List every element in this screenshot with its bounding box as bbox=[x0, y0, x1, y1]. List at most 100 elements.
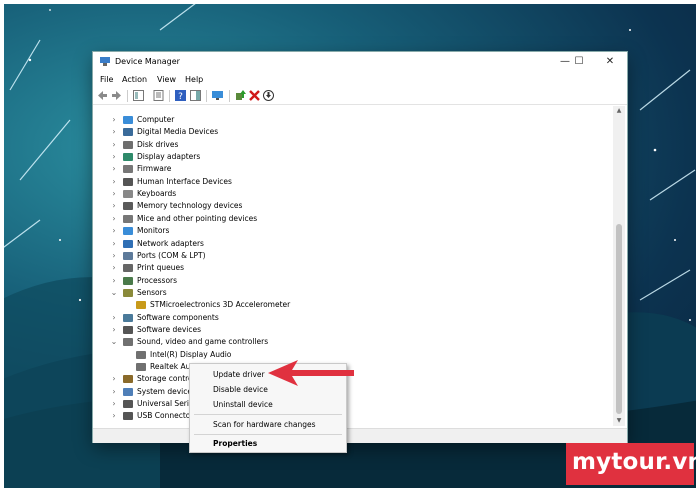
tree-row[interactable]: › Monitors bbox=[110, 225, 550, 237]
chevron-right-icon[interactable]: › bbox=[110, 238, 118, 250]
tree-row[interactable]: › Ports (COM & LPT) bbox=[110, 250, 550, 262]
tree-row-label: Keyboards bbox=[137, 189, 177, 199]
menu-view[interactable]: View bbox=[157, 75, 176, 84]
tree-row[interactable]: ⌄ Sound, video and game controllers bbox=[110, 336, 550, 348]
forward-icon[interactable] bbox=[111, 90, 122, 101]
chevron-right-icon[interactable]: › bbox=[110, 225, 118, 237]
tree-row-label: Network adapters bbox=[137, 238, 204, 248]
toolbar-separator bbox=[206, 90, 207, 102]
tree-row[interactable]: › Software devices bbox=[110, 324, 550, 336]
chevron-right-icon[interactable]: › bbox=[110, 163, 118, 175]
scan-hardware-icon[interactable] bbox=[212, 90, 223, 101]
tree-row[interactable]: › Software components bbox=[110, 312, 550, 324]
title-bar[interactable]: Device Manager — ☐ ✕ bbox=[93, 52, 627, 72]
maximize-button[interactable]: ☐ bbox=[565, 54, 593, 70]
menu-file[interactable]: File bbox=[100, 75, 113, 84]
speaker-icon bbox=[136, 363, 146, 371]
context-item-scan-hardware[interactable]: Scan for hardware changes bbox=[190, 417, 346, 432]
properties-icon[interactable] bbox=[153, 90, 164, 101]
context-separator bbox=[194, 434, 342, 435]
chevron-right-icon[interactable]: › bbox=[110, 114, 118, 126]
menu-help[interactable]: Help bbox=[185, 75, 203, 84]
close-button[interactable]: ✕ bbox=[596, 54, 624, 70]
tree-row[interactable]: › Print queues bbox=[110, 262, 550, 274]
tree-row-label: Disk drives bbox=[137, 139, 179, 149]
vertical-scrollbar[interactable]: ▲ ▼ bbox=[613, 106, 625, 426]
chevron-right-icon[interactable]: › bbox=[110, 262, 118, 274]
tree-row-label: STMicroelectronics 3D Accelerometer bbox=[150, 300, 291, 310]
tree-row[interactable]: › Display adapters bbox=[110, 151, 550, 163]
chevron-right-icon[interactable]: › bbox=[110, 126, 118, 138]
chevron-right-icon[interactable]: › bbox=[110, 275, 118, 287]
scrollbar-thumb[interactable] bbox=[616, 224, 622, 414]
watermark-text: mytour.vn bbox=[572, 449, 700, 475]
tree-row-label: Sound, video and game controllers bbox=[137, 337, 269, 347]
tree-row[interactable]: › Memory technology devices bbox=[110, 200, 550, 212]
tree-row[interactable]: › Firmware bbox=[110, 163, 550, 175]
tree-row-label: Firmware bbox=[137, 164, 172, 174]
tree-row-label: Print queues bbox=[137, 263, 185, 273]
help-icon[interactable]: ? bbox=[175, 90, 186, 101]
chevron-right-icon[interactable]: › bbox=[110, 188, 118, 200]
computer-icon bbox=[123, 116, 133, 124]
svg-text:?: ? bbox=[178, 92, 183, 101]
menu-action[interactable]: Action bbox=[122, 75, 147, 84]
scroll-up-arrow-icon[interactable]: ▲ bbox=[613, 106, 625, 116]
accelerometer-icon bbox=[136, 301, 146, 310]
tree-row[interactable]: › Keyboards bbox=[110, 188, 550, 200]
action-pane-icon[interactable] bbox=[190, 90, 201, 101]
status-bar bbox=[93, 428, 627, 443]
uninstall-icon[interactable] bbox=[249, 90, 260, 101]
tree-row-label: Software devices bbox=[137, 324, 201, 334]
media-device-icon bbox=[123, 128, 133, 137]
context-item-label: Uninstall device bbox=[213, 400, 273, 409]
chevron-right-icon[interactable]: › bbox=[110, 312, 118, 324]
mytour-watermark: mytour.vn bbox=[566, 443, 700, 485]
chevron-right-icon[interactable]: › bbox=[110, 324, 118, 336]
update-driver-icon[interactable] bbox=[235, 90, 246, 101]
toolbar: ? bbox=[93, 88, 627, 105]
memory-icon bbox=[123, 202, 133, 211]
context-separator bbox=[194, 414, 342, 415]
chevron-right-icon[interactable]: › bbox=[110, 176, 118, 188]
chevron-right-icon[interactable]: › bbox=[110, 151, 118, 163]
tree-row-label: Human Interface Devices bbox=[137, 176, 232, 186]
context-item-label: Disable device bbox=[213, 385, 268, 394]
chevron-right-icon[interactable]: › bbox=[110, 410, 118, 422]
port-icon bbox=[123, 251, 133, 260]
tree-row[interactable]: › Disk drives bbox=[110, 139, 550, 151]
display-adapter-icon bbox=[123, 153, 133, 162]
tree-row[interactable]: › Processors bbox=[110, 275, 550, 287]
tree-row[interactable]: STMicroelectronics 3D Accelerometer bbox=[123, 299, 563, 311]
tree-row-label: Computer bbox=[137, 115, 175, 124]
back-icon[interactable] bbox=[97, 90, 108, 101]
tree-row[interactable]: › Human Interface Devices bbox=[110, 176, 550, 188]
tree-row[interactable]: › Network adapters bbox=[110, 238, 550, 250]
context-item-uninstall-device[interactable]: Uninstall device bbox=[190, 397, 346, 412]
tree-row[interactable]: › Computer bbox=[110, 114, 550, 126]
menu-bar: File Action View Help bbox=[93, 73, 627, 87]
scroll-down-arrow-icon[interactable]: ▼ bbox=[613, 416, 625, 426]
tree-row[interactable]: › Mice and other pointing devices bbox=[110, 213, 550, 225]
tree-row[interactable]: › Digital Media Devices bbox=[110, 126, 550, 138]
chevron-down-icon[interactable]: ⌄ bbox=[110, 287, 118, 299]
usb-icon bbox=[123, 400, 133, 409]
download-icon[interactable] bbox=[263, 90, 274, 101]
chevron-down-icon[interactable]: ⌄ bbox=[110, 336, 118, 348]
chevron-right-icon[interactable]: › bbox=[110, 200, 118, 212]
context-item-properties[interactable]: Properties bbox=[190, 436, 346, 451]
tree-row-label: Monitors bbox=[137, 226, 170, 236]
storage-icon bbox=[123, 375, 133, 384]
tree-row[interactable]: ⌄ Sensors bbox=[110, 287, 550, 299]
software-device-icon bbox=[123, 325, 133, 334]
tree-row-label: Ports (COM & LPT) bbox=[137, 250, 206, 260]
chevron-right-icon[interactable]: › bbox=[110, 213, 118, 225]
chevron-right-icon[interactable]: › bbox=[110, 386, 118, 398]
tree-row-label: Memory technology devices bbox=[137, 201, 243, 211]
tree-row-label: System devices bbox=[137, 386, 196, 396]
chevron-right-icon[interactable]: › bbox=[110, 139, 118, 151]
show-hide-tree-icon[interactable] bbox=[133, 90, 144, 101]
chevron-right-icon[interactable]: › bbox=[110, 250, 118, 262]
chevron-right-icon[interactable]: › bbox=[110, 373, 118, 385]
chevron-right-icon[interactable]: › bbox=[110, 398, 118, 410]
